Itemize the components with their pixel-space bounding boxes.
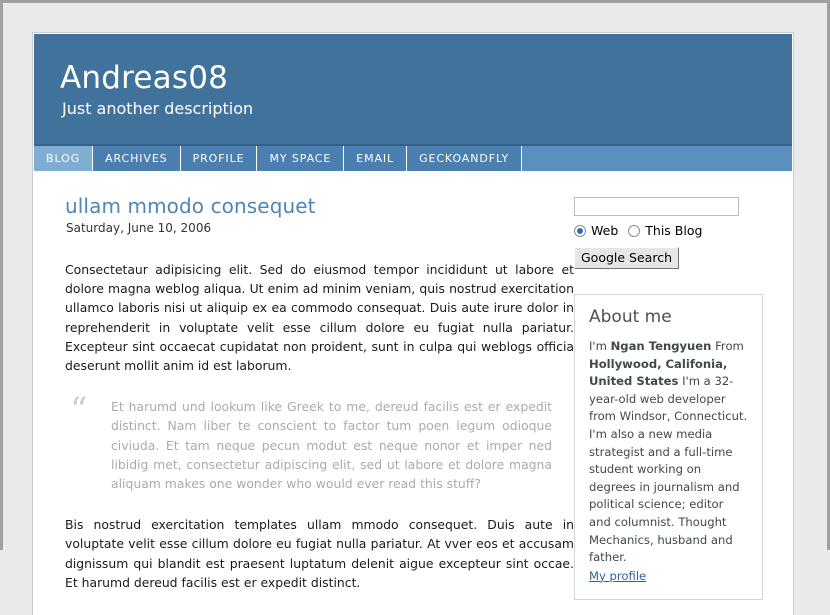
nav-item-email[interactable]: EMAIL — [344, 146, 408, 171]
about-from: From — [711, 339, 744, 353]
nav-item-label: ARCHIVES — [105, 152, 168, 165]
nav-item-label: EMAIL — [356, 152, 395, 165]
post-paragraph-2: Bis nostrud exercitation templates ullam… — [65, 517, 574, 590]
nav-item-label: PROFILE — [192, 152, 245, 165]
site-header: Andreas08 Just another description — [34, 34, 792, 146]
nav-item-blog[interactable]: BLOG — [34, 146, 94, 171]
post-date: Saturday, June 10, 2006 — [66, 221, 212, 235]
blockquote-text: Et harumd und lookum like Greek to me, d… — [111, 399, 552, 492]
about-me-widget: About me I'm Ngan Tengyuen From Hollywoo… — [574, 294, 763, 601]
content-area: ullam mmodo consequet Saturday, June 10,… — [34, 172, 792, 614]
post-paragraph-1: Consectetaur adipisicing elit. Sed do ei… — [65, 262, 574, 374]
radio-this-blog-label: This Blog — [645, 223, 703, 238]
quote-mark-icon: “ — [70, 390, 88, 431]
blog-page-container: Andreas08 Just another description BLOG … — [33, 33, 793, 615]
nav-item-archives[interactable]: ARCHIVES — [93, 146, 181, 171]
radio-web[interactable] — [574, 224, 586, 237]
search-scope-options: Web This Blog — [574, 223, 763, 238]
about-me-title: About me — [589, 307, 672, 327]
nav-item-my-space[interactable]: MY SPACE — [257, 146, 345, 171]
about-author-name: Ngan Tengyuen — [610, 339, 712, 353]
nav-item-label: MY SPACE — [269, 152, 332, 165]
nav-item-label: BLOG — [46, 152, 81, 165]
nav-filler — [522, 146, 792, 171]
my-profile-link[interactable]: My profile — [589, 568, 748, 586]
site-title: Andreas08 — [60, 60, 229, 96]
nav-item-geckoandfly[interactable]: GECKOANDFLY — [407, 146, 523, 171]
main-navigation: BLOG ARCHIVES PROFILE MY SPACE EMAIL GEC… — [34, 146, 792, 172]
nav-item-label: GECKOANDFLY — [419, 152, 510, 165]
nav-item-profile[interactable]: PROFILE — [180, 146, 258, 171]
google-search-button[interactable]: Google Search — [574, 247, 679, 269]
about-me-text: I'm Ngan Tengyuen From Hollywood, Califo… — [589, 338, 748, 567]
post-column: ullam mmodo consequet Saturday, June 10,… — [34, 194, 574, 614]
radio-web-label: Web — [591, 223, 619, 238]
about-intro: I'm — [589, 339, 611, 353]
post-title[interactable]: ullam mmodo consequet — [65, 194, 574, 218]
radio-this-blog[interactable] — [628, 224, 641, 237]
about-bio: I'm a 32-year-old web developer from Win… — [589, 374, 748, 565]
site-description: Just another description — [62, 99, 254, 118]
post-blockquote: “ Et harumd und lookum like Greek to me,… — [65, 390, 574, 493]
sidebar: Web This Blog Google Search About me I'm… — [574, 194, 763, 601]
search-input[interactable] — [574, 197, 739, 216]
